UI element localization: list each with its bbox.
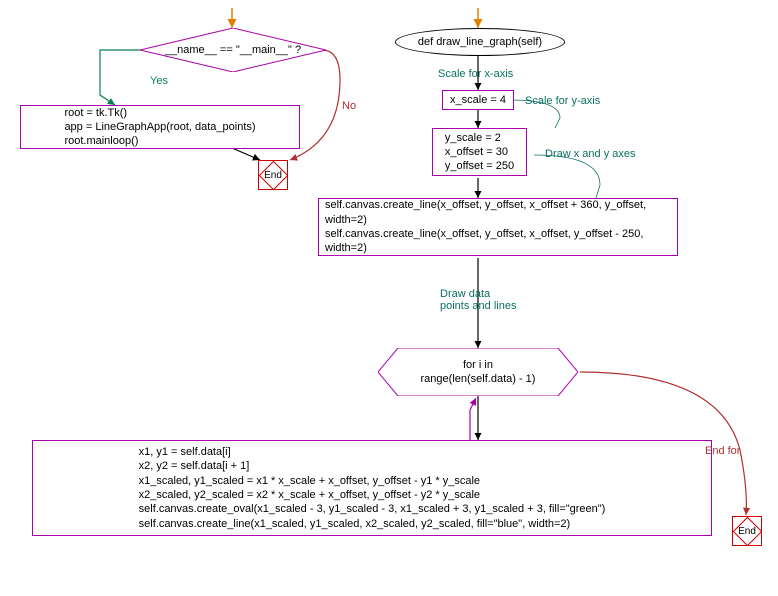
loop-body-box: x1, y1 = self.data[i] x2, y2 = self.data… xyxy=(32,440,712,536)
decision-label: __name__ == "__main__" ? xyxy=(165,43,301,57)
end-for-label: End for xyxy=(705,445,740,457)
draw-points-label: Draw data points and lines xyxy=(440,288,516,312)
for-loop-text: for i in range(len(self.data) - 1) xyxy=(378,348,578,396)
func-def-label: def draw_line_graph(self) xyxy=(418,35,542,49)
offsets-box: y_scale = 2 x_offset = 30 y_offset = 250 xyxy=(432,128,527,176)
end-terminal-right: End xyxy=(732,516,762,546)
yes-label: Yes xyxy=(150,75,168,87)
no-label: No xyxy=(342,100,356,112)
scale-x-label: Scale for x-axis xyxy=(438,68,513,80)
end-terminal-left: End xyxy=(258,160,288,190)
end-label-right: End xyxy=(738,526,756,537)
axes-code-box: self.canvas.create_line(x_offset, y_offs… xyxy=(318,198,678,256)
scale-y-label: Scale for y-axis xyxy=(525,95,600,107)
decision-name-main-text: __name__ == "__main__" ? xyxy=(140,28,326,72)
func-def-terminal: def draw_line_graph(self) xyxy=(395,28,565,56)
end-label-left: End xyxy=(264,170,282,181)
draw-axes-label: Draw x and y axes xyxy=(545,148,635,160)
xscale-box: x_scale = 4 xyxy=(442,90,514,110)
main-code-box: root = tk.Tk() app = LineGraphApp(root, … xyxy=(20,105,300,149)
